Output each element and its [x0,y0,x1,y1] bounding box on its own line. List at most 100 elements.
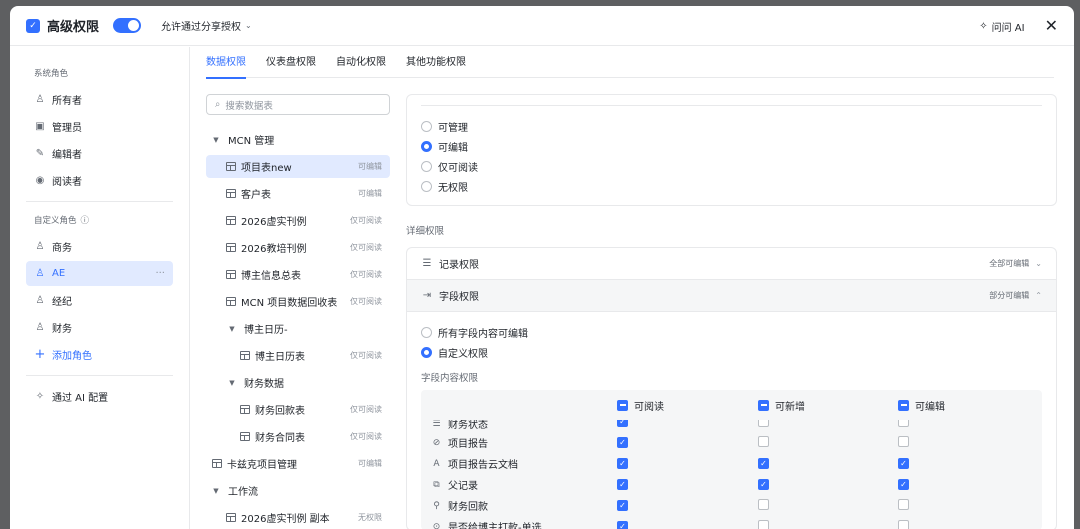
checkbox[interactable] [898,498,909,510]
tree-table[interactable]: 客户表 可编辑 [206,182,390,205]
checkbox-checked[interactable]: ✓ [617,479,628,490]
checkbox-checked[interactable]: ✓ [898,458,909,469]
table-row: ⊙ 是否给博主打款-单选 ✓ [421,516,1042,529]
tree-table[interactable]: 卡兹克项目管理 可编辑 [206,452,390,475]
tree-table[interactable]: 2026虚实刊例 仅可阅读 [206,209,390,232]
role-agent[interactable]: ♙ 经纪 [26,288,173,313]
tree-folder[interactable]: ▼ 财务数据 [206,371,390,394]
radio-custom-permission[interactable]: 自定义权限 [421,342,1042,362]
user-icon: ♙ [35,295,45,306]
checkbox-partial[interactable] [758,399,769,411]
tab-automation-permission[interactable]: 自动化权限 [336,47,386,78]
chevron-down-icon: ⌄ [1035,259,1042,268]
checkbox[interactable] [758,519,769,529]
checkbox[interactable] [898,420,909,427]
node-label: 项目表new [241,163,292,174]
checkbox-checked[interactable]: ✓ [617,521,628,529]
checkbox-checked[interactable]: ✓ [617,458,628,469]
checkbox-checked[interactable]: ✓ [617,420,628,427]
tab-other-permission[interactable]: 其他功能权限 [406,47,466,78]
record-permission-header[interactable]: ☰ 记录权限 全部可编辑 ⌄ [407,248,1056,280]
tree-folder[interactable]: ▼ 博主日历- [206,317,390,340]
pencil-icon: ✎ [35,148,45,159]
checkbox[interactable] [758,498,769,510]
tab-dashboard-permission[interactable]: 仪表盘权限 [266,47,316,78]
role-reader[interactable]: ◉ 阅读者 [26,168,173,193]
user-icon: ♙ [35,322,45,333]
node-permission: 仅可阅读 [350,270,382,279]
radio-button[interactable] [421,120,432,132]
field-permission-header[interactable]: ⇥ 字段权限 部分可编辑 ⌃ [407,280,1056,312]
search-placeholder: 搜索数据表 [225,100,273,112]
role-label: 编辑者 [52,150,82,161]
role-editor[interactable]: ✎ 编辑者 [26,141,173,166]
role-finance[interactable]: ♙ 财务 [26,315,173,340]
table-icon [226,216,236,225]
role-business[interactable]: ♙ 商务 [26,234,173,259]
node-label: 财务合同表 [255,433,305,444]
node-label: 博主日历表 [255,352,305,363]
radio-no-permission[interactable]: 无权限 [421,176,1042,196]
dialog-title: 高级权限 [47,20,100,35]
radio-all-fields-editable[interactable]: 所有字段内容可编辑 [421,322,1042,342]
checkbox-checked[interactable]: ✓ [758,458,769,469]
tab-data-permission[interactable]: 数据权限 [206,47,246,79]
table-search-input[interactable]: ⌕ 搜索数据表 [206,94,390,115]
tree-table[interactable]: 2026教培刊例 仅可阅读 [206,236,390,259]
custom-roles-label: 自定义角色 ⓘ [26,214,173,226]
checkbox-checked[interactable]: ✓ [758,479,769,490]
checkbox-checked[interactable]: ✓ [898,479,909,490]
tree-table[interactable]: MCN 项目数据回收表 仅可阅读 [206,290,390,313]
ai-config-button[interactable]: ✧ 通过 AI 配置 [26,384,173,409]
checkbox[interactable] [758,420,769,427]
radio-read-only[interactable]: 仅可阅读 [421,156,1042,176]
node-label: 2026虚实刊例 [241,217,307,228]
tree-table[interactable]: 财务合同表 仅可阅读 [206,425,390,448]
table-icon [240,432,250,441]
tree-table[interactable]: 项目表new 可编辑 [206,155,390,178]
tree-table[interactable]: 2026虚实刊例 副本 无权限 [206,506,390,529]
node-label: 博主信息总表 [241,271,301,282]
add-role-label: 添加角色 [52,351,92,362]
node-label: 博主日历- [244,325,288,336]
node-permission: 仅可阅读 [350,243,382,252]
tree-folder[interactable]: ▼ MCN 管理 [206,128,390,151]
checkbox-checked[interactable]: ✓ [617,437,628,448]
radio-label: 可编辑 [438,142,468,154]
table-icon [226,243,236,252]
advanced-permission-toggle[interactable] [113,18,142,33]
column-edit[interactable]: 可编辑 [898,398,945,413]
share-authorization-dropdown[interactable]: 允许通过分享授权 ⌄ [161,18,252,33]
tree-folder[interactable]: ▼ 工作流 [206,479,390,502]
sparkle-icon: ✧ [979,20,988,32]
user-icon: ♙ [35,268,45,279]
checkbox[interactable] [898,435,909,447]
tree-table[interactable]: 财务回款表 仅可阅读 [206,398,390,421]
radio-button[interactable] [421,326,432,338]
role-owner[interactable]: ♙ 所有者 [26,87,173,112]
column-read[interactable]: 可阅读 [617,398,664,413]
checkbox-partial[interactable] [898,399,909,411]
tree-table[interactable]: 博主日历表 仅可阅读 [206,344,390,367]
tree-table[interactable]: 博主信息总表 仅可阅读 [206,263,390,286]
role-ae[interactable]: ♙ AE ··· [26,261,173,286]
checkbox-partial[interactable] [617,399,628,411]
checkbox[interactable] [898,519,909,529]
radio-manage[interactable]: 可管理 [421,116,1042,136]
table-row: ⚲ 财务回款 ✓ [421,495,1042,516]
radio-button[interactable] [421,180,432,192]
column-add[interactable]: 可新增 [758,398,805,413]
radio-button[interactable] [421,346,432,358]
close-icon[interactable]: ✕ [1045,18,1058,34]
radio-button[interactable] [421,140,432,152]
more-icon[interactable]: ··· [155,268,165,279]
radio-button[interactable] [421,160,432,172]
radio-edit[interactable]: 可编辑 [421,136,1042,156]
role-admin[interactable]: ▣ 管理员 [26,114,173,139]
node-permission: 无权限 [358,513,382,522]
divider [26,375,173,376]
ask-ai-button[interactable]: ✧ 问问 AI [979,19,1024,34]
checkbox-checked[interactable]: ✓ [617,500,628,511]
add-role-button[interactable]: + 添加角色 [26,342,173,367]
checkbox[interactable] [758,435,769,447]
